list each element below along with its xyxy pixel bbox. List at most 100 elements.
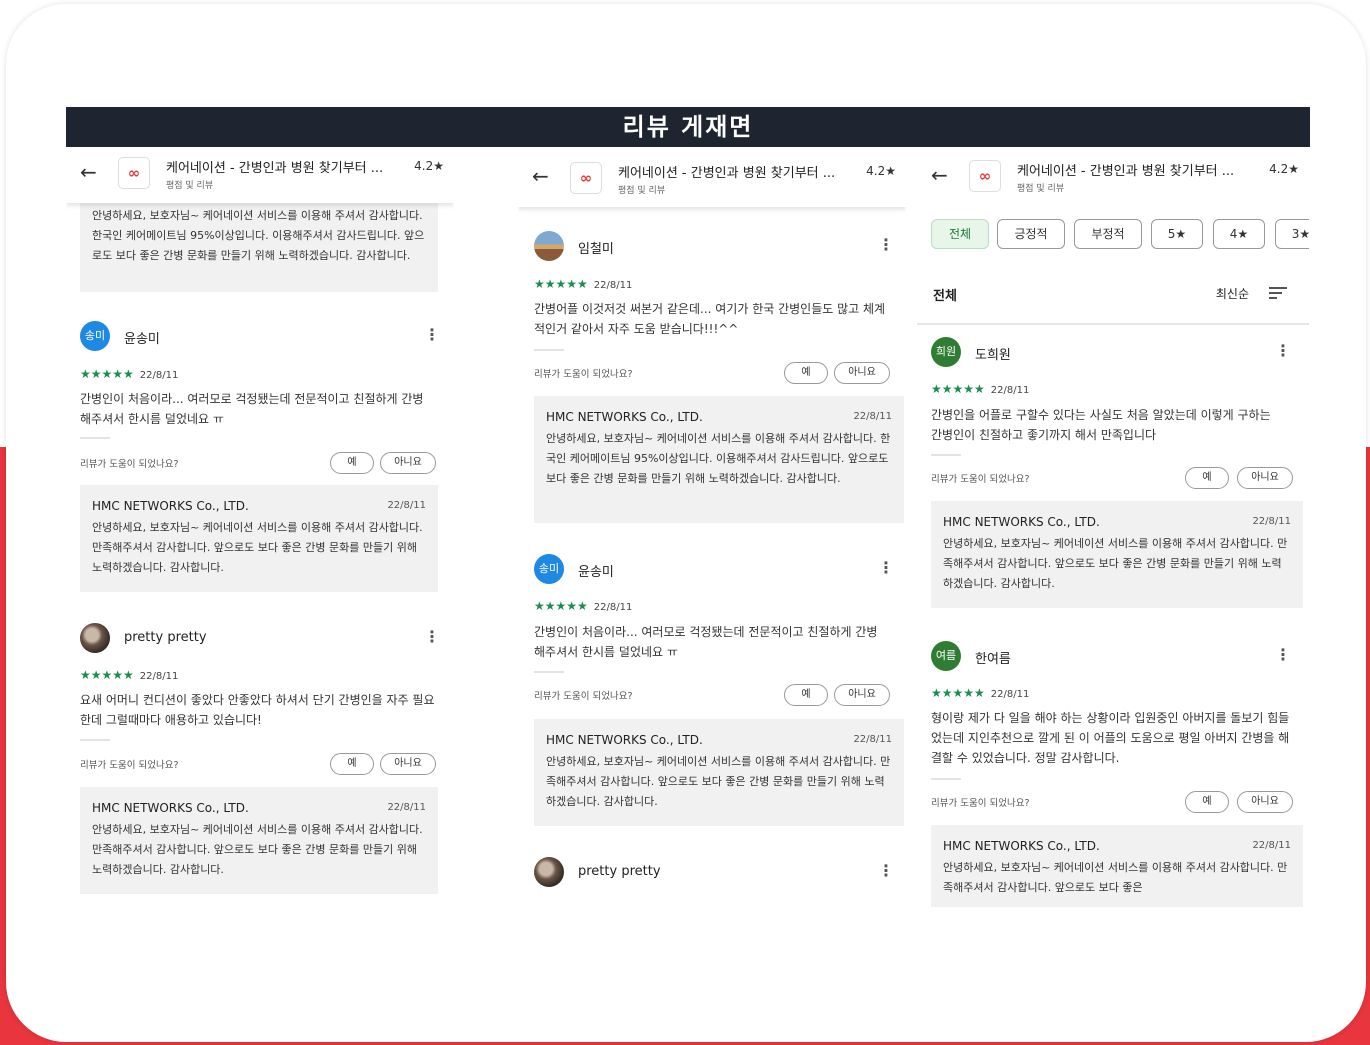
review-rating: ★★★★★ 22/8/11 bbox=[534, 599, 632, 613]
reviewer-name: 임철미 bbox=[578, 242, 614, 257]
screenshot-panel-2: ← ∞ 케어네이션 - 간병인과 병원 찾기부터 ... 평점 및 리뷰 4.2… bbox=[518, 147, 906, 907]
reply-date: 22/8/11 bbox=[387, 802, 426, 813]
app-title: 케어네이션 - 간병인과 병원 찾기부터 ... bbox=[618, 166, 836, 181]
star-rating-icon: ★★★★★ bbox=[534, 599, 588, 613]
helpful-question: 리뷰가 도움이 되었나요? bbox=[80, 459, 179, 470]
helpful-prompt: 리뷰가 도움이 되었나요? 예 아니요 bbox=[80, 753, 440, 775]
reply-text: 안녕하세요, 보호자님~ 케어네이션 서비스를 이용해 주셔서 감사합니다. 만… bbox=[943, 537, 1288, 590]
reply-company: HMC NETWORKS Co., LTD. bbox=[546, 733, 703, 747]
chip-negative[interactable]: 부정적 bbox=[1074, 219, 1142, 249]
reply-text: 안녕하세요, 보호자님~ 케어네이션 서비스를 이용해 주셔서 감사합니다. 만… bbox=[546, 755, 891, 808]
sort-icon[interactable] bbox=[1269, 287, 1287, 301]
more-options-icon[interactable]: ⋮ bbox=[1275, 341, 1291, 360]
helpful-prompt: 리뷰가 도움이 되었나요? 예 아니요 bbox=[931, 791, 1293, 813]
back-arrow-icon[interactable]: ← bbox=[80, 160, 97, 184]
divider bbox=[80, 739, 110, 741]
reviewer-name: 도희원 bbox=[975, 348, 1011, 363]
star-rating-icon: ★★★★★ bbox=[931, 686, 985, 700]
helpful-yes-button[interactable]: 예 bbox=[784, 684, 828, 706]
helpful-no-button[interactable]: 아니요 bbox=[380, 753, 436, 775]
developer-reply: HMC NETWORKS Co., LTD. 22/8/11 안녕하세요, 보호자… bbox=[80, 485, 438, 592]
helpful-yes-button[interactable]: 예 bbox=[330, 753, 374, 775]
helpful-question: 리뷰가 도움이 되었나요? bbox=[931, 474, 1030, 485]
helpful-no-button[interactable]: 아니요 bbox=[380, 452, 436, 474]
helpful-prompt: 리뷰가 도움이 되었나요? 예 아니요 bbox=[534, 684, 894, 706]
review-date: 22/8/11 bbox=[593, 602, 633, 613]
app-rating: 4.2★ bbox=[414, 159, 444, 173]
reviewer-header: 임철미 ⋮ bbox=[534, 231, 894, 263]
reply-company: HMC NETWORKS Co., LTD. bbox=[92, 499, 249, 513]
reviewer-name: pretty pretty bbox=[578, 864, 661, 879]
chip-all[interactable]: 전체 bbox=[931, 219, 989, 249]
divider bbox=[931, 778, 961, 780]
helpful-no-button[interactable]: 아니요 bbox=[834, 362, 890, 384]
helpful-yes-button[interactable]: 예 bbox=[1185, 467, 1229, 489]
more-options-icon[interactable]: ⋮ bbox=[878, 861, 894, 880]
chip-positive[interactable]: 긍정적 bbox=[997, 219, 1065, 249]
more-options-icon[interactable]: ⋮ bbox=[424, 627, 440, 646]
reviewer-name: pretty pretty bbox=[124, 630, 207, 645]
more-options-icon[interactable]: ⋮ bbox=[424, 325, 440, 344]
chip-5-star[interactable]: 5★ bbox=[1151, 219, 1203, 249]
app-header: ← ∞ 케어네이션 - 간병인과 병원 찾기부터 ... 평점 및 리뷰 4.2… bbox=[66, 147, 454, 203]
app-logo-icon: ∞ bbox=[969, 160, 1001, 192]
app-rating: 4.2★ bbox=[866, 164, 896, 178]
developer-reply: HMC NETWORKS Co., LTD. 22/8/11 안녕하세요, 보호자… bbox=[931, 825, 1303, 907]
reply-text: 안녕하세요, 보호자님~ 케어네이션 서비스를 이용해 주셔서 감사합니다. 만… bbox=[92, 521, 423, 574]
review-text: 형이랑 제가 다 일을 해야 하는 상황이라 입원중인 아버지를 돌보기 힘들었… bbox=[931, 711, 1290, 765]
reply-date: 22/8/11 bbox=[387, 500, 426, 511]
helpful-question: 리뷰가 도움이 되었나요? bbox=[534, 369, 633, 380]
sort-dropdown[interactable]: 최신순 bbox=[1216, 285, 1249, 302]
reply-text: 안녕하세요, 보호자님~ 케어네이션 서비스를 이용해 주셔서 감사합니다. 만… bbox=[943, 861, 1288, 894]
reviewer-name: 윤송미 bbox=[124, 332, 160, 347]
developer-reply: HMC NETWORKS Co., LTD. 22/8/11 안녕하세요, 보호자… bbox=[931, 501, 1303, 608]
developer-reply: HMC NETWORKS Co., LTD. 22/8/11 안녕하세요, 보호자… bbox=[80, 787, 438, 894]
review-rating: ★★★★★ 22/8/11 bbox=[80, 668, 178, 682]
avatar: 송미 bbox=[80, 321, 110, 351]
helpful-prompt: 리뷰가 도움이 되었나요? 예 아니요 bbox=[534, 362, 894, 384]
reviewer-header: 송미 윤송미 ⋮ bbox=[80, 321, 440, 353]
screenshot-panel-3: ← ∞ 케어네이션 - 간병인과 병원 찾기부터 ... 평점 및 리뷰 4.2… bbox=[917, 147, 1309, 907]
helpful-yes-button[interactable]: 예 bbox=[330, 452, 374, 474]
helpful-yes-button[interactable]: 예 bbox=[1185, 791, 1229, 813]
filter-chips: 전체 긍정적 부정적 5★ 4★ 3★ bbox=[931, 219, 1309, 249]
divider bbox=[931, 454, 961, 456]
review-text: 간병인이 처음이라... 여러모로 걱정됐는데 전문적이고 친절하게 간병 해주… bbox=[80, 392, 424, 426]
app-rating: 4.2★ bbox=[1269, 162, 1299, 176]
chip-3-star[interactable]: 3★ bbox=[1275, 219, 1309, 249]
reviewer-header: 희원 도희원 ⋮ bbox=[931, 337, 1291, 369]
app-logo-icon: ∞ bbox=[118, 157, 150, 189]
app-logo-icon: ∞ bbox=[570, 162, 602, 194]
more-options-icon[interactable]: ⋮ bbox=[878, 235, 894, 254]
app-header: ← ∞ 케어네이션 - 간병인과 병원 찾기부터 ... 평점 및 리뷰 4.2… bbox=[518, 147, 906, 207]
reply-text: 안녕하세요, 보호자님~ 케어네이션 서비스를 이용해 주셔서 감사합니다. 한… bbox=[546, 432, 891, 485]
avatar-photo bbox=[534, 231, 564, 261]
review-rating: ★★★★★ 22/8/11 bbox=[931, 382, 1029, 396]
star-rating-icon: ★★★★★ bbox=[80, 367, 134, 381]
review-date: 22/8/11 bbox=[593, 280, 633, 291]
app-subtitle: 평점 및 리뷰 bbox=[166, 181, 214, 191]
chip-4-star[interactable]: 4★ bbox=[1213, 219, 1265, 249]
helpful-yes-button[interactable]: 예 bbox=[784, 362, 828, 384]
app-subtitle: 평점 및 리뷰 bbox=[618, 186, 666, 196]
helpful-no-button[interactable]: 아니요 bbox=[834, 684, 890, 706]
more-options-icon[interactable]: ⋮ bbox=[1275, 645, 1291, 664]
back-arrow-icon[interactable]: ← bbox=[931, 163, 948, 187]
reply-text: 안녕하세요, 보호자님~ 케어네이션 서비스를 이용해 주셔서 감사합니다. 한… bbox=[92, 209, 425, 262]
filter-bar: 전체 최신순 bbox=[917, 259, 1309, 325]
reviewer-name: 한여름 bbox=[975, 652, 1011, 667]
developer-reply: HMC NETWORKS Co., LTD. 22/8/11 안녕하세요, 보호자… bbox=[534, 396, 904, 523]
reply-date: 22/8/11 bbox=[853, 734, 892, 745]
helpful-no-button[interactable]: 아니요 bbox=[1237, 791, 1293, 813]
filter-label: 전체 bbox=[933, 289, 957, 304]
helpful-no-button[interactable]: 아니요 bbox=[1237, 467, 1293, 489]
reply-date: 22/8/11 bbox=[1252, 840, 1291, 851]
reply-company: HMC NETWORKS Co., LTD. bbox=[92, 801, 249, 815]
more-options-icon[interactable]: ⋮ bbox=[878, 558, 894, 577]
avatar: 여름 bbox=[931, 641, 961, 671]
reviewer-header: 송미 윤송미 ⋮ bbox=[534, 554, 894, 586]
review-date: 22/8/11 bbox=[990, 385, 1030, 396]
helpful-prompt: 리뷰가 도움이 되었나요? 예 아니요 bbox=[931, 467, 1293, 489]
page-title: 리뷰 게재면 bbox=[66, 107, 1310, 147]
back-arrow-icon[interactable]: ← bbox=[532, 164, 549, 188]
